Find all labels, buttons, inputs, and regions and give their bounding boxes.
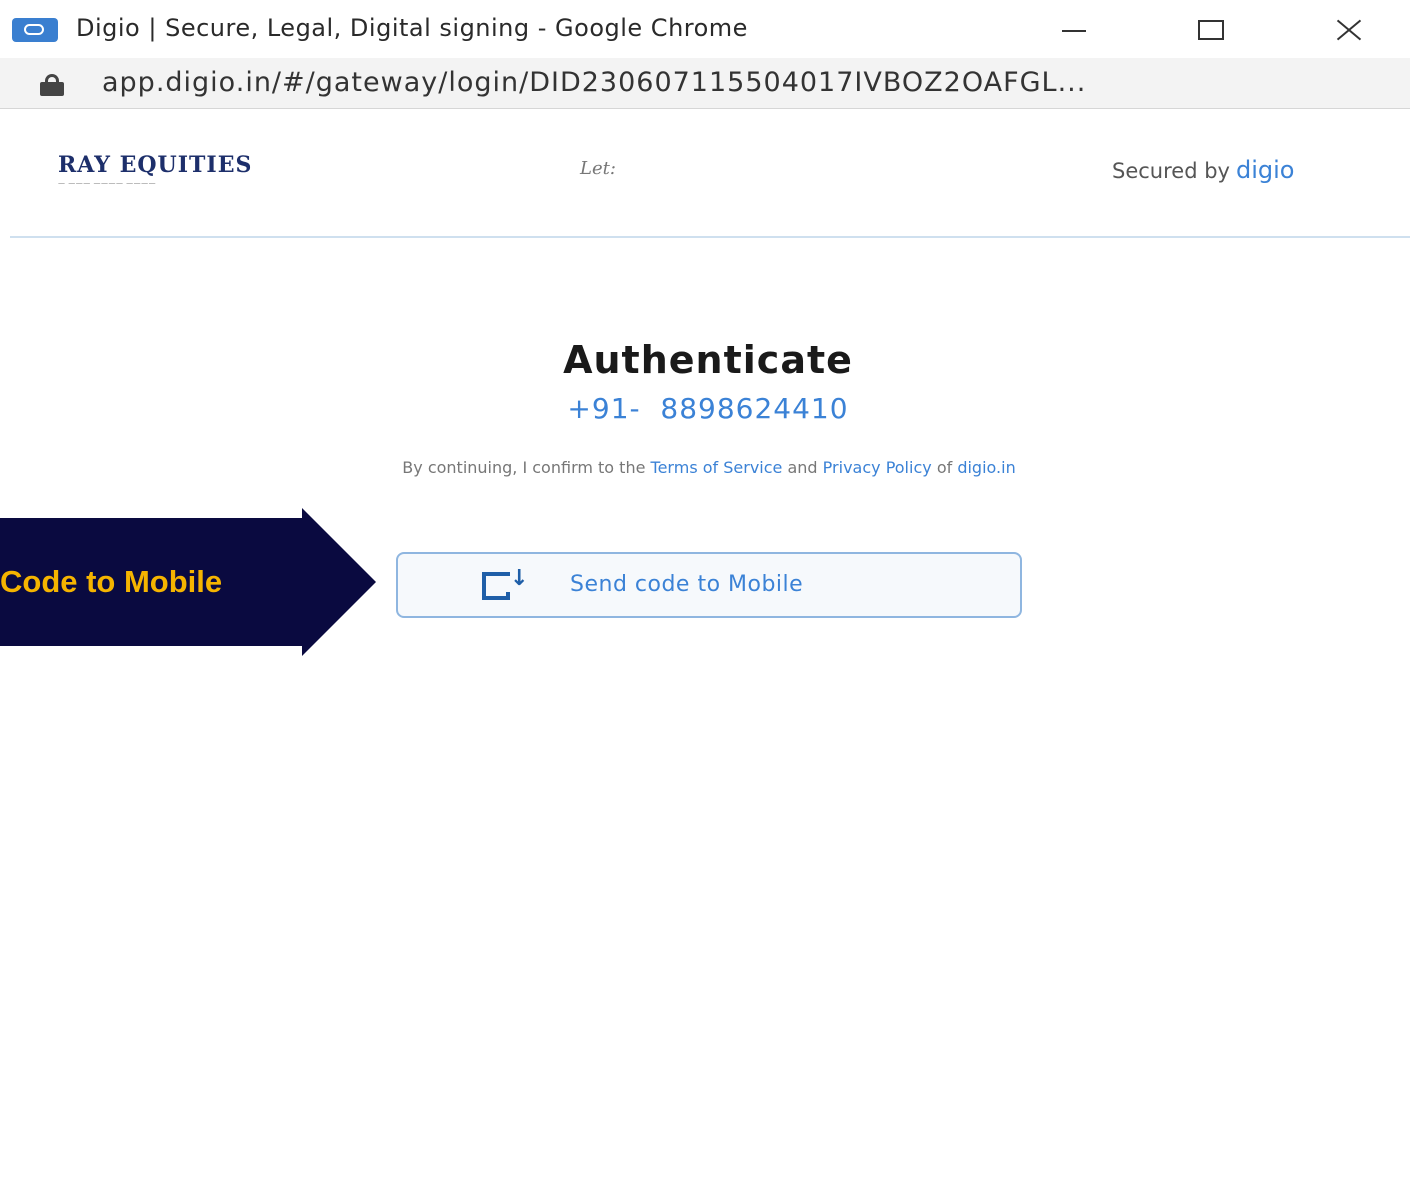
secured-by-badge: Secured by digio (1112, 156, 1294, 184)
header-center-mark: Let: (580, 158, 616, 179)
lock-icon[interactable] (40, 74, 64, 96)
callout-text: Code to Mobile (0, 564, 223, 599)
privacy-policy-link[interactable]: Privacy Policy (823, 458, 932, 477)
annotation-callout-arrow: Code to Mobile (0, 508, 376, 656)
window-title-bar: Digio | Secure, Legal, Digital signing -… (0, 0, 1410, 59)
consent-prefix: By continuing, I confirm to the (402, 458, 646, 477)
send-code-icon: ↓ (482, 568, 528, 602)
phone-number: +91- 8898624410 (567, 392, 849, 425)
consent-and: and (787, 458, 818, 477)
secured-by-label: Secured by (1112, 159, 1230, 183)
digio-site-link[interactable]: digio.in (957, 458, 1015, 477)
brand-logo: RAY EQUITIES — ——— ———— ———— (58, 152, 252, 187)
digio-logo-text: digio (1235, 156, 1295, 184)
consent-text: By continuing, I confirm to the Terms of… (0, 458, 1410, 477)
page-header: RAY EQUITIES — ——— ———— ———— Let: Secure… (10, 108, 1410, 238)
url-text[interactable]: app.digio.in/#/gateway/login/DID23060711… (102, 67, 1086, 98)
minimize-icon[interactable] (1044, 8, 1104, 52)
terms-of-service-link[interactable]: Terms of Service (651, 458, 783, 477)
brand-tagline: — ——— ———— ———— (58, 179, 157, 187)
page-title: Authenticate (563, 338, 853, 382)
digio-app-icon (12, 18, 58, 42)
send-code-label: Send code to Mobile (570, 572, 804, 597)
address-bar[interactable]: app.digio.in/#/gateway/login/DID23060711… (0, 58, 1410, 109)
close-icon[interactable] (1320, 8, 1380, 52)
send-code-to-mobile-button[interactable]: ↓ Send code to Mobile (396, 552, 1022, 618)
consent-of: of (936, 458, 953, 477)
maximize-icon[interactable] (1182, 8, 1242, 52)
window-title: Digio | Secure, Legal, Digital signing -… (76, 14, 748, 42)
brand-name: RAY EQUITIES (58, 152, 253, 178)
